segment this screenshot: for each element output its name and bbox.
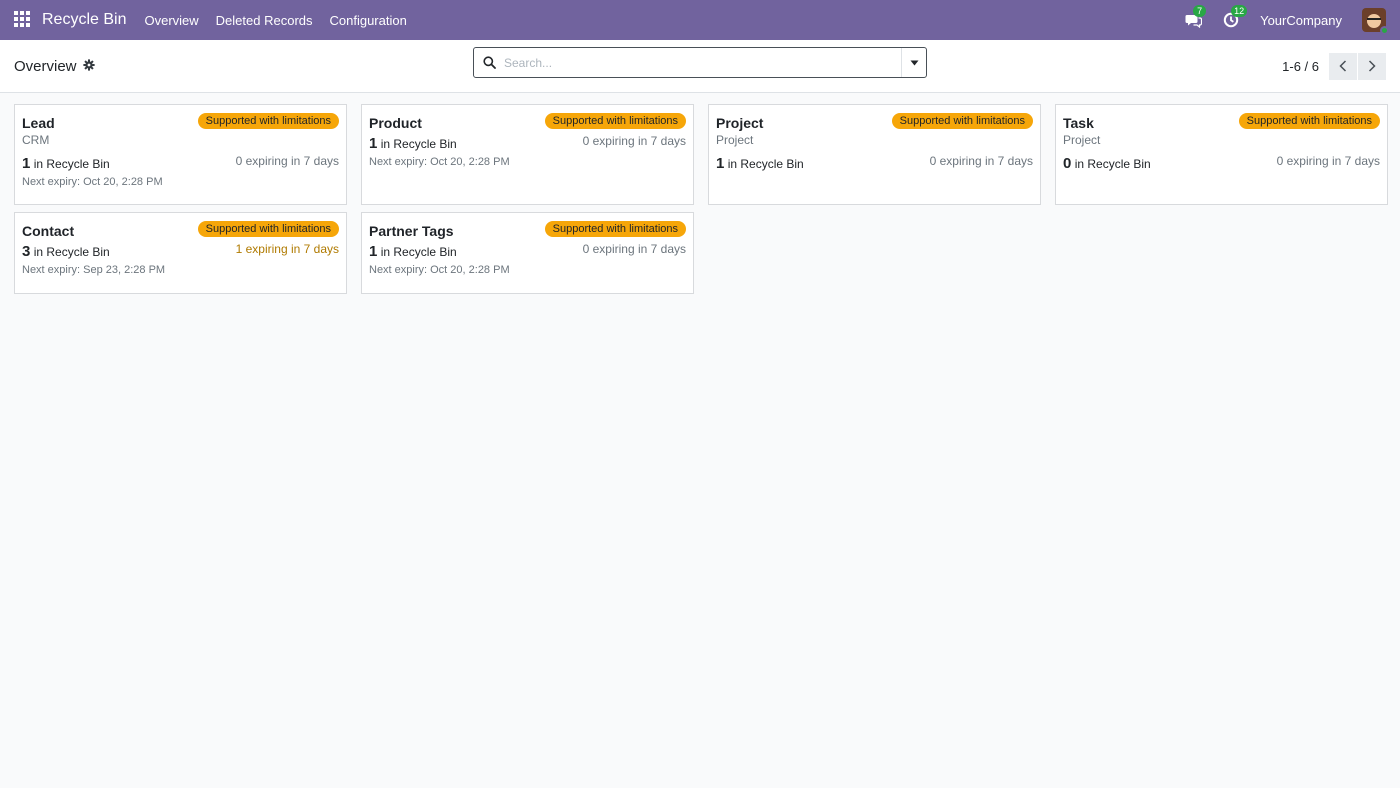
online-status-dot bbox=[1380, 26, 1389, 35]
expiring-count: 1 expiring in 7 days bbox=[235, 242, 339, 256]
expiring-count: 0 expiring in 7 days bbox=[235, 154, 339, 168]
chevron-left-icon bbox=[1339, 60, 1347, 72]
recycle-count: 1 in Recycle Bin bbox=[22, 155, 110, 172]
card-title: Lead bbox=[22, 115, 55, 131]
menu-item-deleted-records[interactable]: Deleted Records bbox=[216, 13, 313, 28]
menu-item-configuration[interactable]: Configuration bbox=[330, 13, 407, 28]
next-expiry: Next expiry: Sep 23, 2:28 PM bbox=[22, 264, 166, 276]
card-subtitle: Project bbox=[716, 133, 754, 147]
caret-down-icon bbox=[910, 60, 918, 65]
search-icon bbox=[474, 56, 504, 69]
page-title: Overview bbox=[14, 57, 77, 75]
search-options-toggle[interactable] bbox=[901, 48, 926, 77]
user-avatar[interactable] bbox=[1362, 8, 1389, 35]
company-switcher[interactable]: YourCompany bbox=[1260, 13, 1342, 28]
recycle-count: 1 in Recycle Bin bbox=[369, 243, 457, 260]
support-badge: Supported with limitations bbox=[891, 113, 1033, 129]
top-navbar: Recycle Bin Overview Deleted Records Con… bbox=[0, 0, 1400, 40]
expiring-count: 0 expiring in 7 days bbox=[582, 134, 686, 148]
apps-grid-icon[interactable] bbox=[14, 11, 32, 29]
pager-value[interactable]: 1-6 / 6 bbox=[1282, 59, 1319, 74]
card-subtitle: CRM bbox=[22, 133, 50, 147]
card-title: Project bbox=[716, 115, 764, 131]
main-menu: Overview Deleted Records Configuration bbox=[144, 13, 406, 28]
recycle-count: 0 in Recycle Bin bbox=[1063, 155, 1151, 172]
support-badge: Supported with limitations bbox=[197, 113, 339, 129]
expiring-count: 0 expiring in 7 days bbox=[929, 154, 1033, 168]
menu-item-overview[interactable]: Overview bbox=[144, 13, 198, 28]
activities-counter: 12 bbox=[1231, 5, 1248, 17]
recycle-count: 1 in Recycle Bin bbox=[369, 135, 457, 152]
control-panel: Overview Search... 1-6 / 6 bbox=[0, 40, 1400, 93]
breadcrumb: Overview bbox=[14, 58, 95, 75]
kanban-card-product[interactable]: Product Supported with limitations 1 in … bbox=[361, 104, 694, 205]
activities-button[interactable]: 12 bbox=[1222, 5, 1248, 29]
search-input[interactable] bbox=[504, 55, 901, 70]
pager: 1-6 / 6 bbox=[1282, 52, 1386, 80]
kanban-view: Lead Supported with limitations CRM 1 in… bbox=[0, 93, 1400, 305]
chevron-right-icon bbox=[1368, 60, 1376, 72]
pager-next-button[interactable] bbox=[1358, 52, 1386, 80]
next-expiry: Next expiry: Oct 20, 2:28 PM bbox=[22, 176, 163, 188]
card-subtitle: Project bbox=[1063, 133, 1101, 147]
kanban-card-task[interactable]: Task Supported with limitations Project … bbox=[1055, 104, 1388, 205]
card-title: Contact bbox=[22, 223, 75, 239]
expiring-count: 0 expiring in 7 days bbox=[1276, 154, 1380, 168]
pager-previous-button[interactable] bbox=[1329, 52, 1357, 80]
next-expiry: Next expiry: Oct 20, 2:28 PM bbox=[369, 156, 510, 168]
gear-icon[interactable] bbox=[82, 58, 95, 74]
recycle-count: 1 in Recycle Bin bbox=[716, 155, 804, 172]
kanban-card-partner-tags[interactable]: Partner Tags Supported with limitations … bbox=[361, 212, 694, 294]
search-bar bbox=[473, 47, 927, 78]
kanban-card-contact[interactable]: Contact Supported with limitations 3 in … bbox=[14, 212, 347, 294]
support-badge: Supported with limitations bbox=[544, 113, 686, 129]
messages-counter: 7 bbox=[1193, 5, 1207, 17]
next-expiry: Next expiry: Oct 20, 2:28 PM bbox=[369, 264, 510, 276]
messages-button[interactable]: 7 bbox=[1184, 5, 1207, 29]
kanban-card-project[interactable]: Project Supported with limitations Proje… bbox=[708, 104, 1041, 205]
kanban-card-lead[interactable]: Lead Supported with limitations CRM 1 in… bbox=[14, 104, 347, 205]
support-badge: Supported with limitations bbox=[544, 221, 686, 237]
recycle-count: 3 in Recycle Bin bbox=[22, 243, 110, 260]
app-brand[interactable]: Recycle Bin bbox=[42, 11, 126, 29]
support-badge: Supported with limitations bbox=[1238, 113, 1380, 129]
expiring-count: 0 expiring in 7 days bbox=[582, 242, 686, 256]
card-title: Task bbox=[1063, 115, 1094, 131]
support-badge: Supported with limitations bbox=[197, 221, 339, 237]
navbar-systray: 7 12 YourCompany bbox=[1184, 5, 1389, 35]
card-title: Partner Tags bbox=[369, 223, 454, 239]
card-title: Product bbox=[369, 115, 422, 131]
